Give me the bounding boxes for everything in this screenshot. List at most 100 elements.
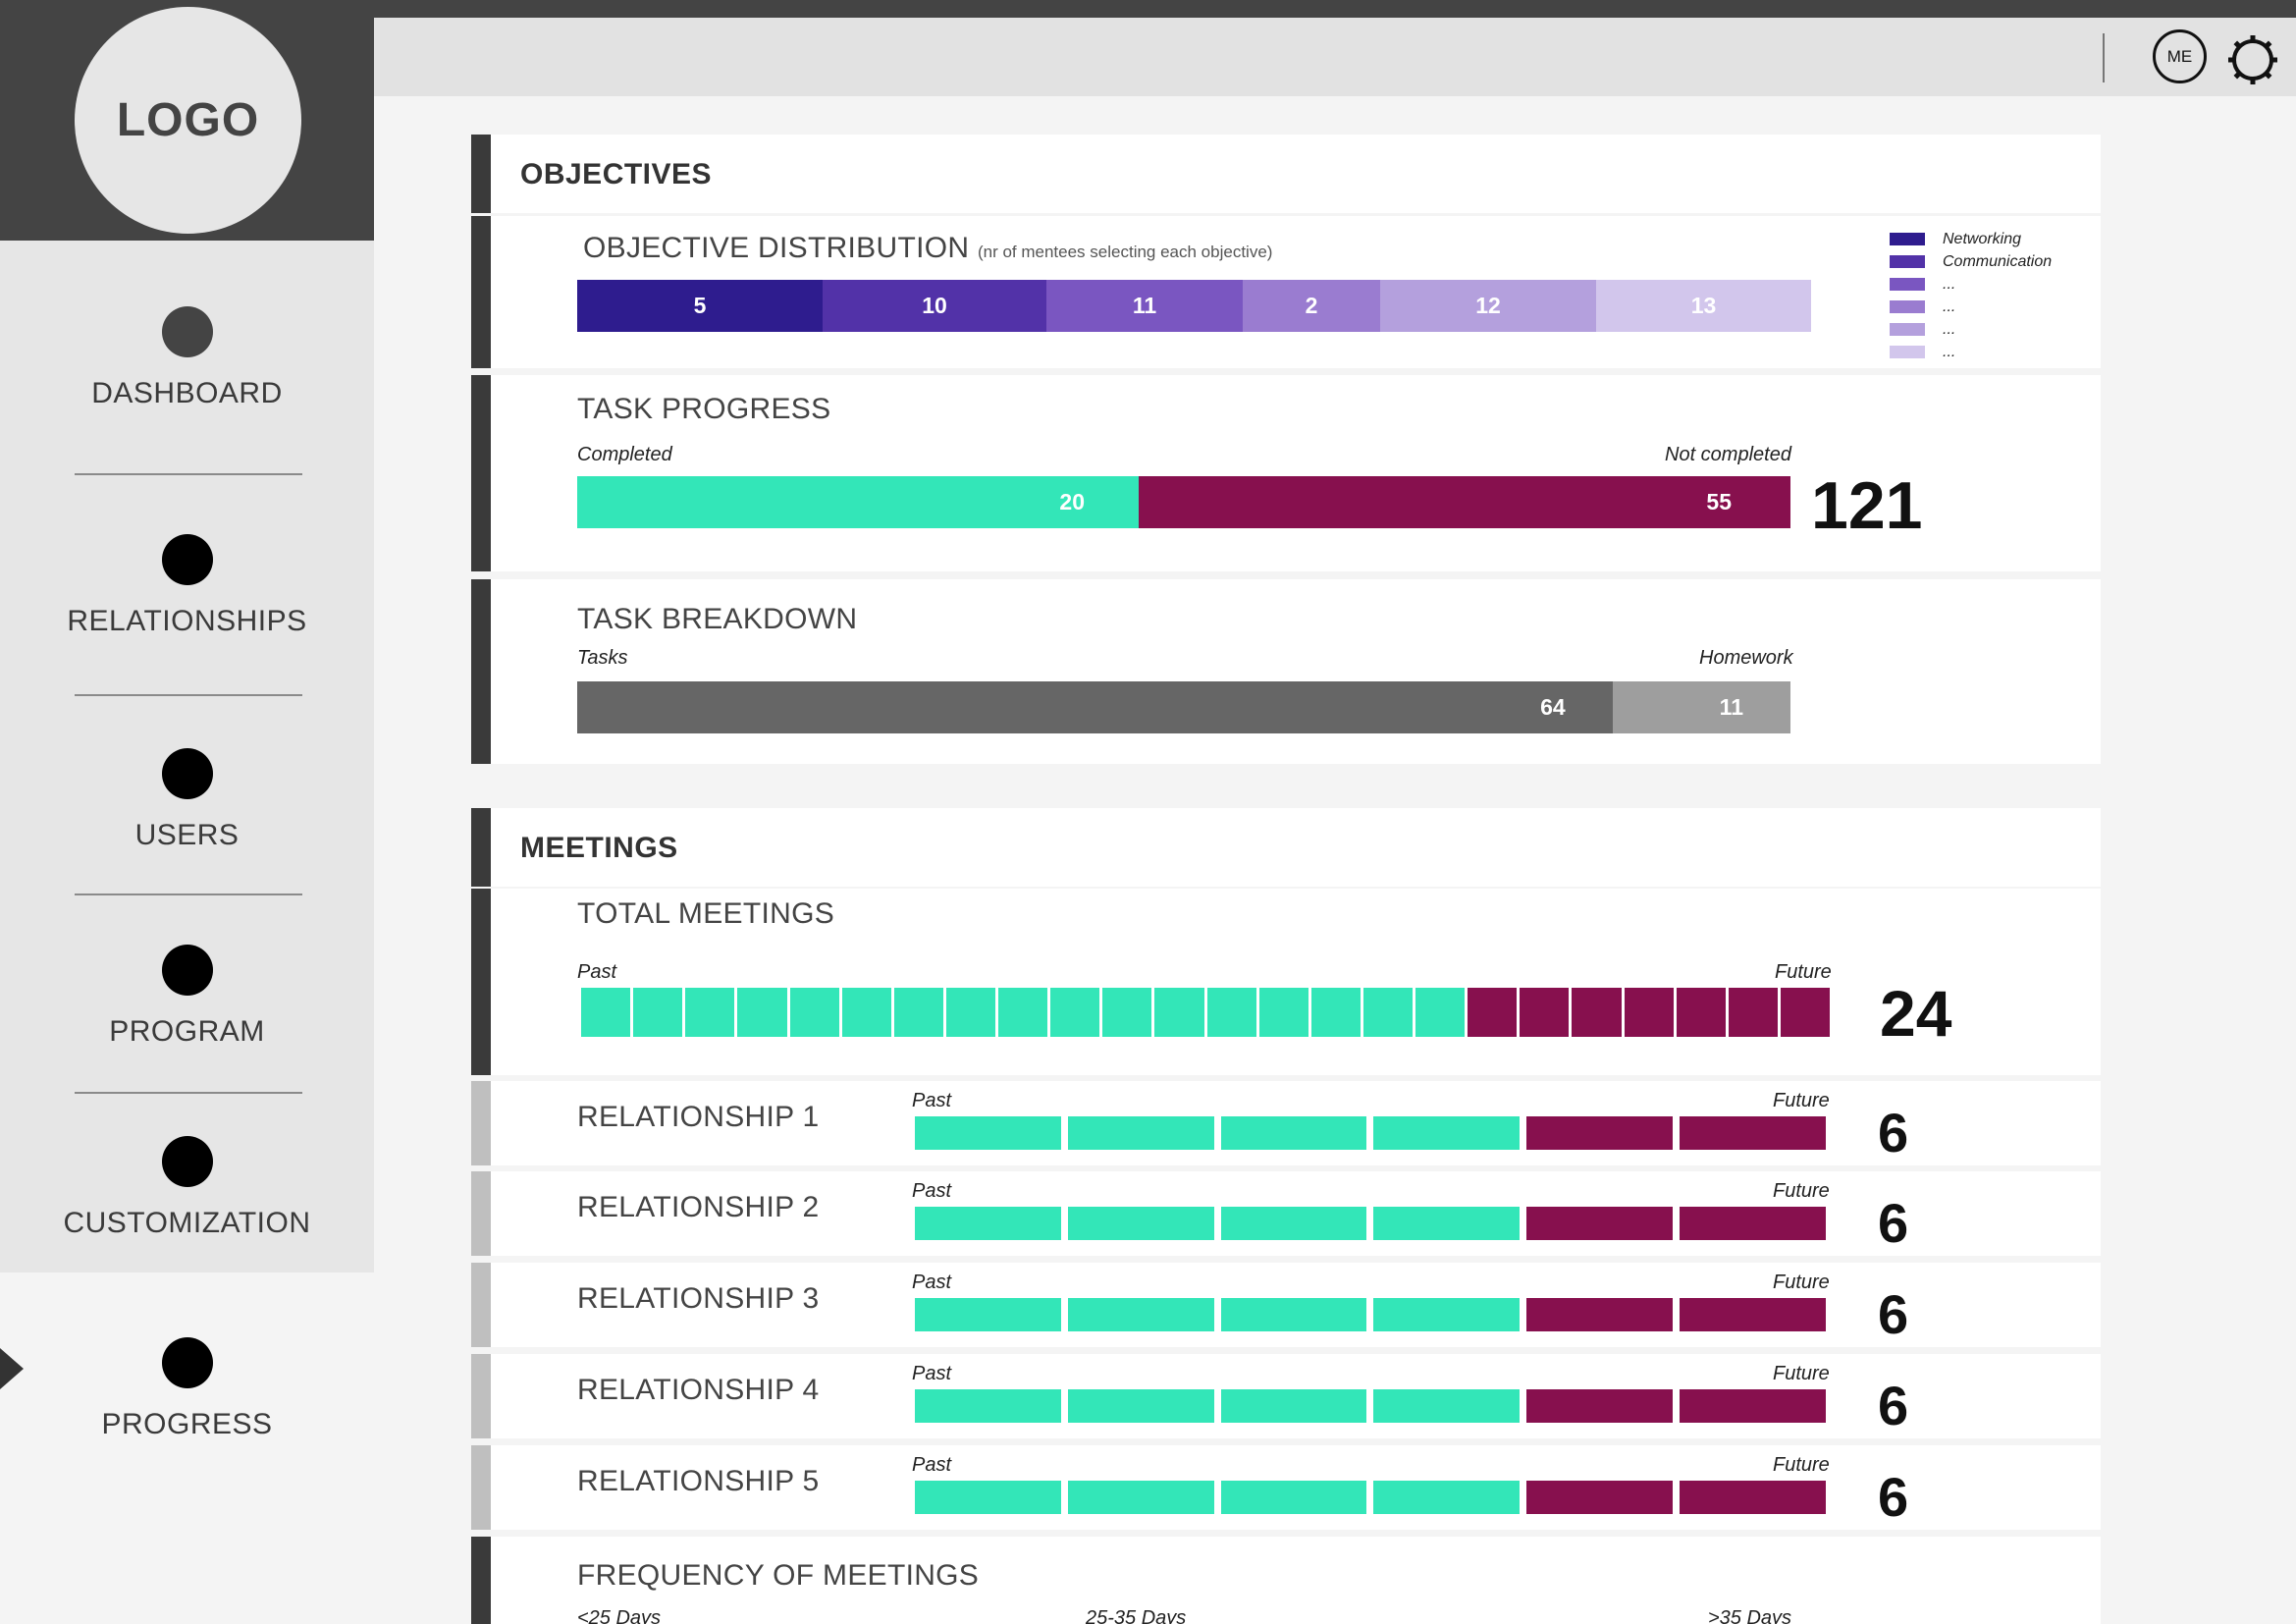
past-meeting-block[interactable] [1067, 1116, 1214, 1150]
task-breakdown-bar: 64 11 [577, 681, 1790, 733]
relationship-name: RELATIONSHIP 3 [577, 1282, 820, 1315]
tasks-label: Tasks [577, 647, 628, 669]
nav-item-customization[interactable]: CUSTOMIZATION [0, 1136, 374, 1240]
future-meeting-block[interactable] [1526, 1207, 1674, 1240]
past-meeting-block[interactable] [737, 988, 787, 1037]
panel-accent [471, 1354, 491, 1438]
nav-divider [75, 893, 302, 895]
relationship-name: RELATIONSHIP 1 [577, 1101, 820, 1133]
past-meeting-block[interactable] [1220, 1481, 1367, 1514]
future-meeting-block[interactable] [1676, 988, 1726, 1037]
legend-label: ... [1943, 320, 1956, 338]
nav-item-program[interactable]: PROGRAM [0, 945, 374, 1049]
past-meeting-block[interactable] [915, 1207, 1061, 1240]
past-meeting-block[interactable] [1050, 988, 1100, 1037]
distribution-segment[interactable]: 12 [1380, 280, 1596, 332]
objective-distribution-subtitle: (nr of mentees selecting each objective) [977, 243, 1273, 261]
past-meeting-block[interactable] [1154, 988, 1204, 1037]
future-meeting-block[interactable] [1520, 988, 1570, 1037]
nav-item-progress[interactable]: PROGRESS [0, 1337, 374, 1441]
past-meeting-block[interactable] [581, 988, 631, 1037]
active-indicator-icon [0, 1348, 24, 1389]
future-meeting-block[interactable] [1680, 1116, 1826, 1150]
sidebar: LOGO DASHBOARD RELATIONSHIPS USERS PROGR… [0, 0, 374, 1624]
nav-item-users[interactable]: USERS [0, 748, 374, 852]
not-completed-segment[interactable]: 55 [1139, 476, 1790, 528]
legend-swatch [1890, 255, 1925, 268]
frequency-title: FREQUENCY OF MEETINGS [577, 1559, 980, 1592]
past-meeting-block[interactable] [1067, 1207, 1214, 1240]
tasks-segment[interactable]: 64 [577, 681, 1613, 733]
past-meeting-block[interactable] [789, 988, 839, 1037]
past-meeting-block[interactable] [915, 1481, 1061, 1514]
past-meeting-block[interactable] [1258, 988, 1308, 1037]
past-meeting-block[interactable] [1373, 1207, 1521, 1240]
completed-segment[interactable]: 20 [577, 476, 1139, 528]
distribution-segment[interactable]: 11 [1046, 280, 1243, 332]
panel-accent [471, 808, 491, 887]
past-meeting-block[interactable] [1220, 1298, 1367, 1331]
nav-item-dashboard[interactable]: DASHBOARD [0, 306, 374, 410]
past-meeting-block[interactable] [915, 1116, 1061, 1150]
future-meeting-block[interactable] [1526, 1481, 1674, 1514]
past-meeting-block[interactable] [1220, 1116, 1367, 1150]
nav-item-relationships[interactable]: RELATIONSHIPS [0, 534, 374, 638]
header-bar [374, 18, 2296, 96]
distribution-segment[interactable]: 10 [823, 280, 1046, 332]
meetings-header: MEETINGS [471, 808, 2101, 887]
past-meeting-block[interactable] [685, 988, 735, 1037]
distribution-segment[interactable]: 2 [1243, 280, 1380, 332]
past-meeting-block[interactable] [633, 988, 683, 1037]
past-meeting-block[interactable] [945, 988, 995, 1037]
past-meeting-block[interactable] [1310, 988, 1361, 1037]
past-meeting-block[interactable] [1206, 988, 1256, 1037]
objectives-header: OBJECTIVES [471, 135, 2101, 213]
past-meeting-block[interactable] [1220, 1389, 1367, 1423]
settings-gear-icon[interactable] [2226, 33, 2279, 86]
legend-swatch [1890, 300, 1925, 313]
past-meeting-block[interactable] [1102, 988, 1152, 1037]
past-meeting-block[interactable] [1415, 988, 1466, 1037]
nav-label: RELATIONSHIPS [67, 605, 307, 637]
distribution-segment[interactable]: 5 [577, 280, 823, 332]
future-meeting-block[interactable] [1526, 1116, 1674, 1150]
past-meeting-block[interactable] [998, 988, 1048, 1037]
not-completed-label: Not completed [1665, 444, 1791, 465]
future-meeting-block[interactable] [1728, 988, 1778, 1037]
relationships-icon [161, 534, 213, 585]
future-meeting-block[interactable] [1624, 988, 1674, 1037]
past-meeting-block[interactable] [1067, 1389, 1214, 1423]
future-meeting-block[interactable] [1680, 1481, 1826, 1514]
past-meeting-block[interactable] [915, 1389, 1061, 1423]
relationship-name: RELATIONSHIP 2 [577, 1191, 820, 1223]
user-avatar-button[interactable]: ME [2153, 29, 2207, 83]
distribution-segment[interactable]: 13 [1596, 280, 1811, 332]
future-meeting-block[interactable] [1572, 988, 1622, 1037]
future-meeting-block[interactable] [1468, 988, 1518, 1037]
nav-label: USERS [134, 819, 240, 851]
future-meeting-block[interactable] [1526, 1389, 1674, 1423]
homework-segment[interactable]: 11 [1612, 681, 1790, 733]
future-meeting-block[interactable] [1526, 1298, 1674, 1331]
past-meeting-block[interactable] [841, 988, 891, 1037]
future-meeting-block[interactable] [1680, 1389, 1826, 1423]
future-meeting-block[interactable] [1680, 1298, 1826, 1331]
past-label: Past [912, 1454, 952, 1476]
past-meeting-block[interactable] [1373, 1481, 1521, 1514]
past-meeting-block[interactable] [1220, 1207, 1367, 1240]
past-meeting-block[interactable] [1067, 1481, 1214, 1514]
legend-item: Networking [1890, 228, 2052, 250]
sidebar-footer [0, 1495, 374, 1624]
past-meeting-block[interactable] [1373, 1389, 1521, 1423]
relationship-name: RELATIONSHIP 5 [577, 1465, 820, 1497]
past-meeting-block[interactable] [1373, 1298, 1521, 1331]
past-meeting-block[interactable] [915, 1298, 1061, 1331]
past-meeting-block[interactable] [893, 988, 943, 1037]
future-meeting-block[interactable] [1780, 988, 1830, 1037]
past-meeting-block[interactable] [1373, 1116, 1521, 1150]
completed-label: Completed [577, 444, 672, 465]
future-meeting-block[interactable] [1680, 1207, 1826, 1240]
past-meeting-block[interactable] [1362, 988, 1413, 1037]
past-meeting-block[interactable] [1067, 1298, 1214, 1331]
relationship-meeting-count: 6 [1878, 1283, 1909, 1345]
